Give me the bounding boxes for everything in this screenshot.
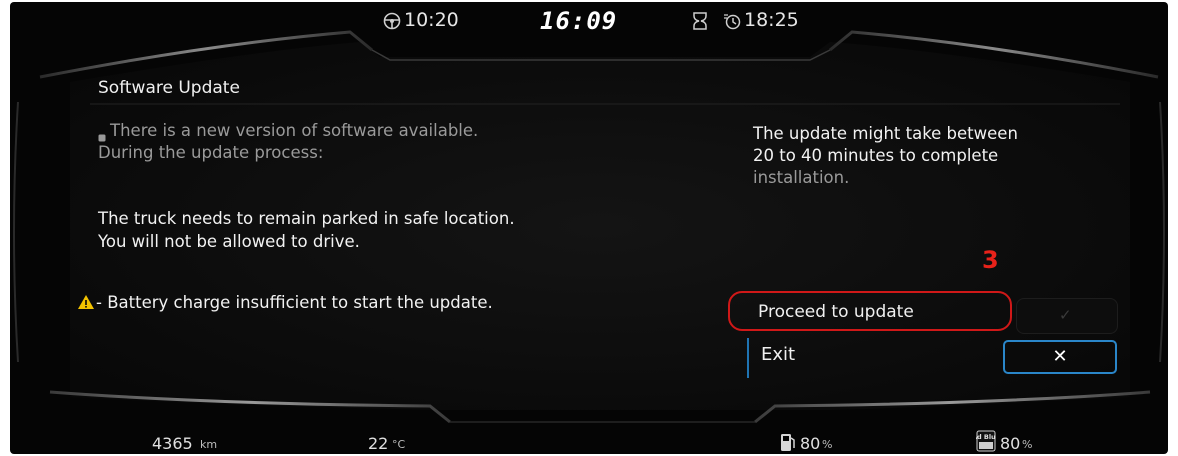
parked-requirement-text: The truck needs to remain parked in safe… (98, 209, 515, 228)
steering-wheel-icon (382, 11, 402, 35)
fuel-level-unit: % (822, 438, 833, 451)
duration-text-line2: 20 to 40 minutes to complete (753, 146, 999, 165)
fuel-pump-icon (780, 432, 796, 454)
instrument-cluster-display: 10:20 16:09 18:25 Software Update There … (10, 2, 1168, 454)
duration-text-line1: The update might take between (753, 124, 1018, 143)
exit-button[interactable]: Exit (747, 338, 989, 378)
confirm-check-button[interactable]: ✓ (1016, 298, 1118, 334)
no-driving-text: You will not be allowed to drive. (98, 232, 360, 251)
temperature-unit: °C (392, 438, 406, 451)
drive-time-value: 10:20 (404, 9, 459, 31)
battery-warning-text: - Battery charge insufficient to start t… (96, 293, 493, 312)
odometer-unit: km (200, 438, 218, 451)
temperature-value: 22 (368, 434, 389, 453)
proceed-to-update-button[interactable]: Proceed to update (728, 291, 1012, 331)
duration-text-line3: installation. (753, 168, 850, 187)
new-version-text: There is a new version of software avail… (110, 121, 479, 140)
rest-clock-icon (722, 11, 742, 35)
screenshot-stage: 10:20 16:09 18:25 Software Update There … (0, 0, 1178, 456)
update-process-text: During the update process: (98, 143, 324, 162)
svg-text:Ad Blue: Ad Blue (976, 433, 996, 441)
fuel-level-value: 80 (800, 434, 821, 453)
exit-label: Exit (761, 344, 796, 365)
adblue-level-unit: % (1022, 438, 1033, 451)
adblue-level-value: 80 (1000, 434, 1021, 453)
proceed-to-update-label: Proceed to update (758, 302, 914, 322)
close-icon: ✕ (1052, 346, 1068, 367)
step-annotation-number: 3 (982, 246, 999, 274)
current-time-clock: 16:09 (540, 7, 618, 35)
check-icon: ✓ (1059, 306, 1072, 324)
rest-time-value: 18:25 (744, 9, 799, 31)
odometer-value: 4365 (152, 434, 193, 453)
hourglass-icon (692, 11, 708, 35)
dialog-title: Software Update (98, 78, 240, 98)
warning-triangle-icon (77, 294, 95, 314)
adblue-icon: Ad Blue (972, 430, 1001, 452)
close-button[interactable]: ✕ (1003, 340, 1117, 374)
